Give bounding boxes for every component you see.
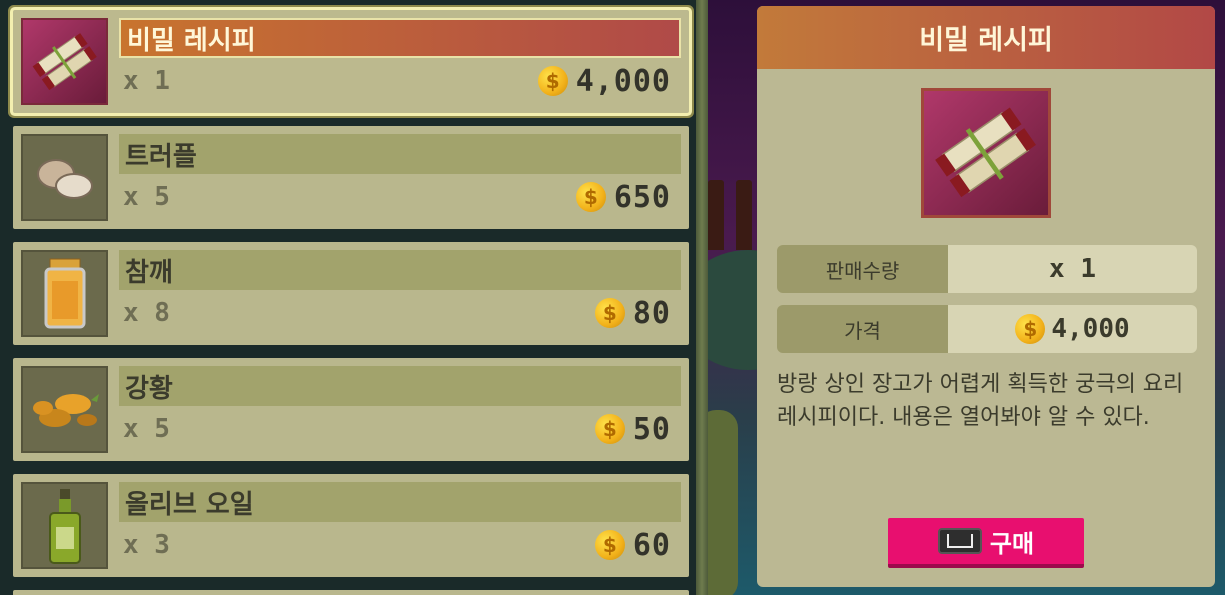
item-price-value: 80 (632, 295, 671, 331)
item-price: $ 60 (594, 527, 671, 563)
item-price-value: 4,000 (575, 63, 671, 99)
sale-quantity-row: 판매수량 x 1 (777, 245, 1197, 293)
coin-icon: $ (575, 182, 606, 212)
coin-icon: $ (537, 66, 568, 96)
detail-title: 비밀 레시피 (757, 6, 1215, 69)
sale-quantity-value: x 1 (948, 245, 1197, 293)
recipe-scroll-icon (921, 88, 1051, 218)
item-name: 비밀 레시피 (119, 18, 681, 58)
price-row: 가격 $ 4,000 (777, 305, 1197, 353)
item-price: $ 4,000 (537, 63, 671, 99)
truffle-icon (21, 134, 108, 221)
item-name: 참깨 (119, 250, 681, 290)
item-quantity: x 8 (123, 298, 170, 328)
item-quantity: x 1 (123, 66, 170, 96)
item-price-value: 650 (613, 179, 671, 215)
shop-item-next-partial[interactable] (13, 590, 689, 595)
shop-item-olive-oil[interactable]: 올리브 오일 x 3 $ 60 (13, 474, 689, 577)
item-price: $ 80 (594, 295, 671, 331)
coin-icon: $ (594, 414, 625, 444)
item-name: 강황 (119, 366, 681, 406)
item-price-value: 50 (632, 411, 671, 447)
shop-item-list: 비밀 레시피 x 1 $ 4,000 트러플 x 5 $ 650 참깨 x 8 … (0, 0, 700, 595)
item-name: 올리브 오일 (119, 482, 681, 522)
price-value: 4,000 (1051, 314, 1130, 344)
item-detail-panel: 비밀 레시피 판매수량 x 1 가격 $ 4,000 방랑 상인 장고가 어렵게… (757, 6, 1215, 587)
shop-item-sesame[interactable]: 참깨 x 8 $ 80 (13, 242, 689, 345)
coin-icon: $ (594, 530, 625, 560)
price-value-box: $ 4,000 (948, 305, 1197, 353)
coin-icon: $ (594, 298, 625, 328)
item-quantity: x 5 (123, 182, 170, 212)
item-price-value: 60 (632, 527, 671, 563)
item-price: $ 650 (575, 179, 671, 215)
coin-icon: $ (1015, 314, 1046, 344)
item-description: 방랑 상인 장고가 어렵게 획득한 궁극의 요리 레시피이다. 내용은 열어봐야… (777, 372, 1184, 430)
item-quantity: x 5 (123, 414, 170, 444)
turmeric-icon (21, 366, 108, 453)
item-name: 트러플 (119, 134, 681, 174)
price-label: 가격 (777, 305, 948, 353)
spacebar-key-icon (937, 528, 982, 554)
shop-item-turmeric[interactable]: 강황 x 5 $ 50 (13, 358, 689, 461)
sesame-jar-icon (21, 250, 108, 337)
sale-quantity-label: 판매수량 (777, 245, 948, 293)
olive-oil-bottle-icon (21, 482, 108, 569)
shop-item-secret-recipe[interactable]: 비밀 레시피 x 1 $ 4,000 (13, 10, 689, 113)
item-price: $ 50 (594, 411, 671, 447)
buy-button[interactable]: 구매 (888, 518, 1084, 568)
recipe-scroll-icon (21, 18, 108, 105)
item-quantity: x 3 (123, 530, 170, 560)
shop-item-truffle[interactable]: 트러플 x 5 $ 650 (13, 126, 689, 229)
buy-button-label: 구매 (989, 529, 1035, 558)
